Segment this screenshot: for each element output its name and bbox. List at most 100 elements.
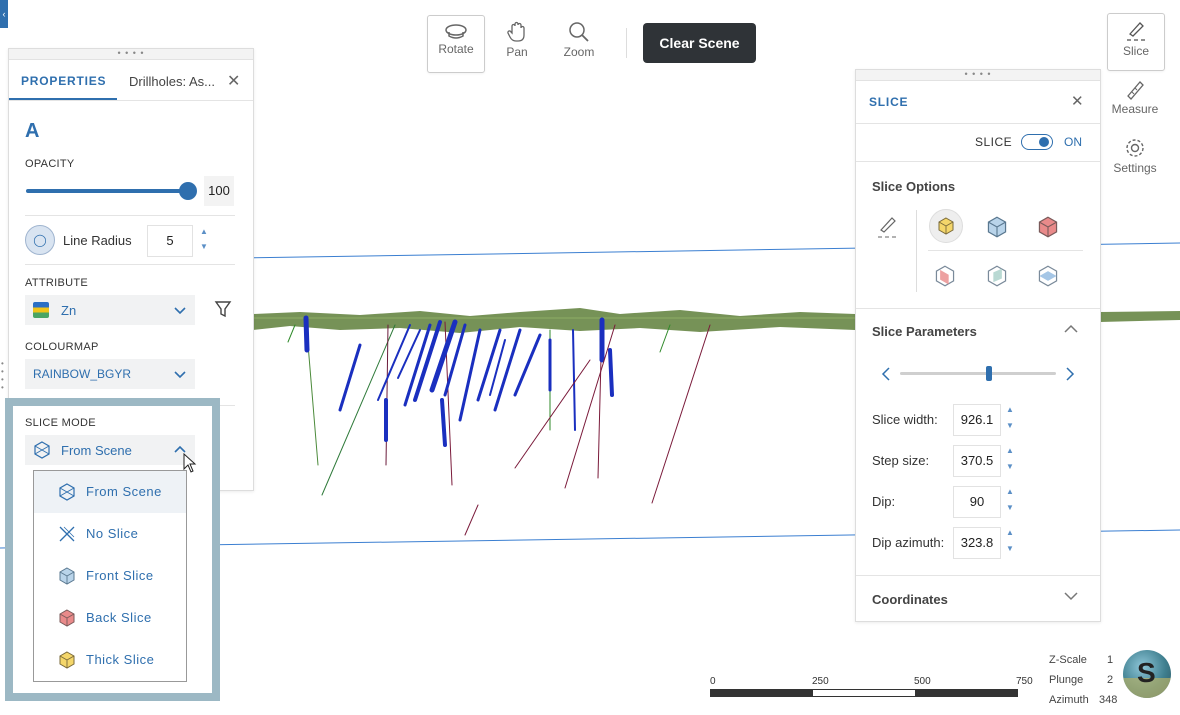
slice-tool-button[interactable]: Slice xyxy=(1107,13,1165,71)
step-size-up[interactable]: ▲ xyxy=(1006,446,1014,456)
slice-options-row-divider xyxy=(928,250,1083,251)
slice-position-track[interactable] xyxy=(900,372,1056,375)
line-radius-icon: ◯ xyxy=(25,225,55,255)
dip-input[interactable]: 90 xyxy=(953,486,1001,518)
dip-azimuth-input[interactable]: 323.8 xyxy=(953,527,1001,559)
opacity-slider-track[interactable] xyxy=(26,189,186,193)
layer-tab[interactable]: Drillholes: As... xyxy=(129,74,215,89)
chevron-down-icon xyxy=(174,307,186,315)
slice-panel-title: SLICE xyxy=(869,95,909,109)
attribute-swatch-icon xyxy=(33,302,49,318)
rotate-label: Rotate xyxy=(438,42,474,56)
zoom-tool-button[interactable]: Zoom xyxy=(551,15,607,71)
attribute-value: Zn xyxy=(61,303,77,318)
slice-toggle-switch[interactable] xyxy=(1021,134,1053,150)
line-radius-down[interactable]: ▼ xyxy=(200,242,208,252)
slice-toggle-label: SLICE xyxy=(975,135,1013,149)
slice-knife-icon xyxy=(1127,22,1145,41)
gear-icon xyxy=(1126,139,1144,157)
colourmap-select[interactable]: RAINBOW_BGYR xyxy=(25,359,195,389)
step-size-down[interactable]: ▼ xyxy=(1006,462,1014,472)
dip-azimuth-down[interactable]: ▼ xyxy=(1006,544,1014,554)
chevron-up-icon[interactable] xyxy=(1063,323,1079,335)
left-collapse-tab[interactable]: ‹ xyxy=(0,0,8,28)
left-resize-handle[interactable]: • • • • xyxy=(1,360,5,392)
slice-mode-value: From Scene xyxy=(61,443,132,458)
azimuth-label: Azimuth xyxy=(1049,694,1089,706)
plane-z-slice-icon[interactable] xyxy=(1037,265,1059,287)
menu-item-front-slice[interactable]: Front Slice xyxy=(34,555,186,597)
pan-tool-button[interactable]: Pan xyxy=(489,15,545,71)
clear-scene-button[interactable]: Clear Scene xyxy=(643,23,756,63)
drillholes xyxy=(287,315,711,536)
hand-icon xyxy=(507,21,525,42)
chevron-down-icon[interactable] xyxy=(1063,590,1079,602)
plunge-label: Plunge xyxy=(1049,674,1084,686)
dip-down[interactable]: ▼ xyxy=(1006,503,1014,513)
plunge-value: 2 xyxy=(1107,674,1114,686)
back-slice-option-icon[interactable] xyxy=(1037,216,1059,238)
attribute-label: ATTRIBUTE xyxy=(25,277,88,289)
slice-width-input[interactable]: 926.1 xyxy=(953,404,1001,436)
step-size-label: Step size: xyxy=(872,453,930,468)
filter-icon[interactable] xyxy=(214,299,232,319)
slice-mode-menu: From Scene No Slice Front Slice Back Sli… xyxy=(33,470,187,682)
scale-tick-250: 250 xyxy=(812,676,829,687)
slice-mode-select[interactable]: From Scene xyxy=(25,435,195,465)
properties-tab[interactable]: PROPERTIES xyxy=(21,74,106,88)
menu-item-from-scene[interactable]: From Scene xyxy=(34,471,186,513)
slice-width-up[interactable]: ▲ xyxy=(1006,405,1014,415)
scale-tick-0: 0 xyxy=(710,676,716,687)
zoom-label: Zoom xyxy=(563,45,595,59)
slice-prev-arrow-icon[interactable] xyxy=(880,367,892,381)
from-scene-icon xyxy=(59,483,75,501)
line-radius-up[interactable]: ▲ xyxy=(200,227,208,237)
settings-tool-button[interactable]: Settings xyxy=(1105,137,1165,175)
zscale-label: Z-Scale xyxy=(1049,654,1087,666)
plane-y-slice-icon[interactable] xyxy=(986,265,1008,287)
line-radius-input[interactable]: 5 xyxy=(147,225,193,257)
dip-up[interactable]: ▲ xyxy=(1006,487,1014,497)
thick-slice-icon xyxy=(938,217,954,235)
ruler-icon xyxy=(1127,81,1144,100)
rotate-tool-button[interactable]: Rotate xyxy=(427,15,485,73)
slice-width-label: Slice width: xyxy=(872,412,938,427)
slice-knife-icon[interactable] xyxy=(876,215,900,239)
front-slice-option-icon[interactable] xyxy=(986,216,1008,238)
close-icon[interactable]: ✕ xyxy=(227,71,240,91)
slice-tool-label: Slice xyxy=(1122,44,1149,58)
slice-options-divider xyxy=(916,210,917,292)
slice-width-down[interactable]: ▼ xyxy=(1006,421,1014,431)
slice-parameters-title: Slice Parameters xyxy=(872,324,977,339)
slice-panel-grip[interactable]: • • • • xyxy=(856,70,1100,81)
compass-letter: S xyxy=(1137,657,1156,688)
menu-item-no-slice[interactable]: No Slice xyxy=(34,513,186,555)
menu-item-thick-slice[interactable]: Thick Slice xyxy=(34,639,186,681)
dip-azimuth-up[interactable]: ▲ xyxy=(1006,528,1014,538)
no-slice-icon xyxy=(59,526,75,542)
opacity-value[interactable]: 100 xyxy=(204,176,234,206)
plane-x-slice-icon[interactable] xyxy=(934,265,956,287)
from-scene-icon xyxy=(34,441,50,459)
dip-azimuth-label: Dip azimuth: xyxy=(872,535,945,550)
view-compass-globe[interactable]: S xyxy=(1123,650,1171,698)
zscale-value: 1 xyxy=(1107,654,1114,666)
thick-slice-option[interactable] xyxy=(929,209,963,243)
rotate-icon xyxy=(445,24,467,39)
view-info: Z-Scale 1 Plunge 2 Azimuth 348 xyxy=(1049,650,1119,710)
properties-panel-grip[interactable]: • • • • xyxy=(9,49,253,60)
opacity-slider-thumb[interactable] xyxy=(179,182,197,200)
measure-tool-button[interactable]: Measure xyxy=(1105,80,1165,116)
dip-label: Dip: xyxy=(872,494,896,509)
menu-item-back-slice[interactable]: Back Slice xyxy=(34,597,186,639)
attribute-select[interactable]: Zn xyxy=(25,295,195,325)
step-size-input[interactable]: 370.5 xyxy=(953,445,1001,477)
slice-options-title: Slice Options xyxy=(872,179,956,194)
coordinates-title[interactable]: Coordinates xyxy=(872,592,948,607)
slice-toggle-state: ON xyxy=(1064,135,1082,149)
measure-label: Measure xyxy=(1111,102,1159,116)
slice-position-thumb[interactable] xyxy=(985,366,992,381)
slice-next-arrow-icon[interactable] xyxy=(1064,367,1076,381)
slice-mode-frame: SLICE MODE From Scene From Scene No Slic… xyxy=(5,398,220,701)
close-icon[interactable]: ✕ xyxy=(1071,92,1084,110)
